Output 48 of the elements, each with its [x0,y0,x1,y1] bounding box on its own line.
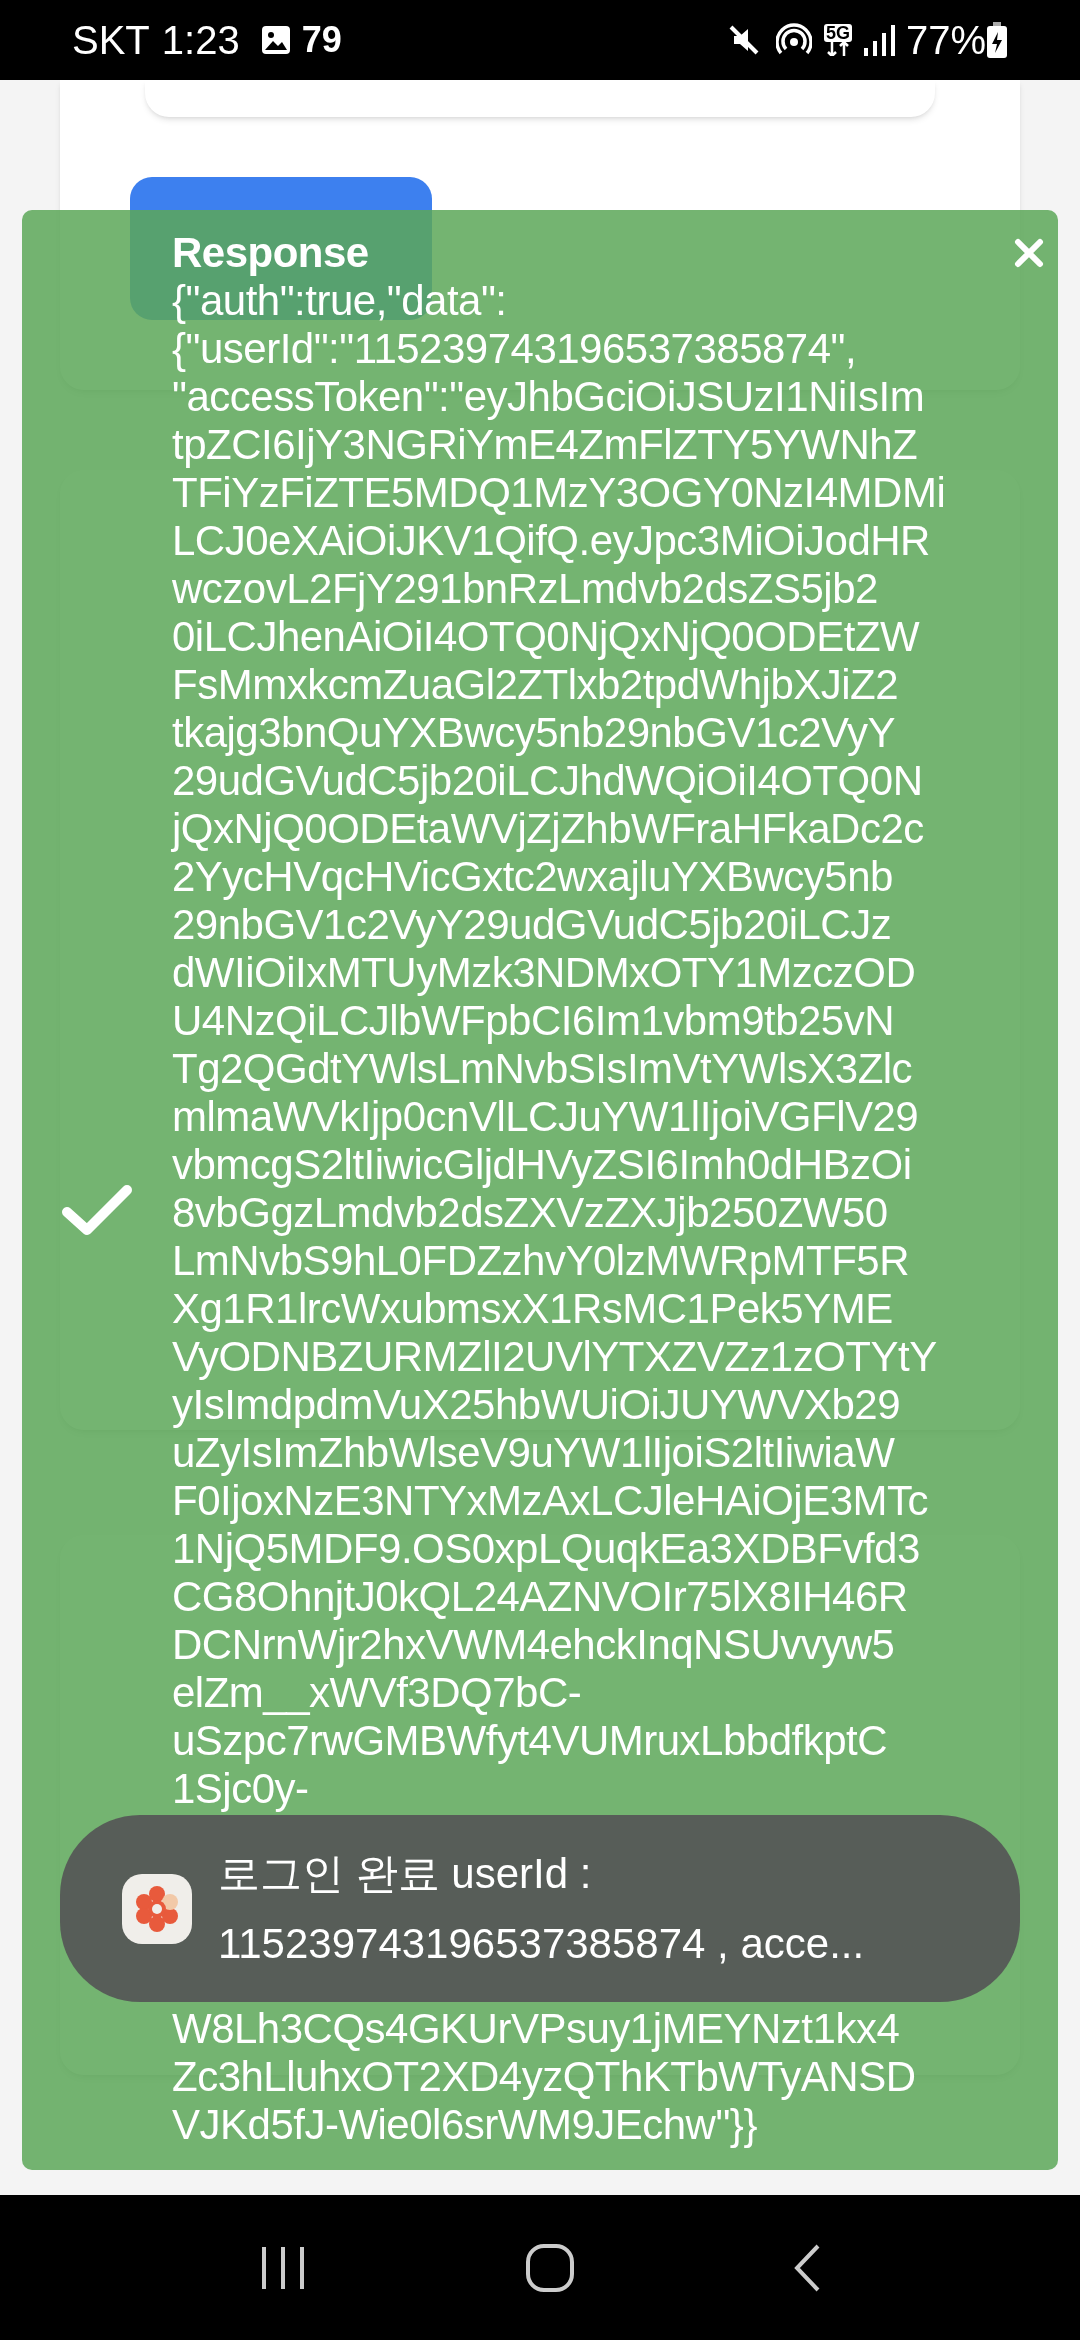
response-text-line: elZm__xWVf3DQ7bC- [172,1669,582,1717]
signal-icon [861,24,896,56]
response-text-line: tkajg3bnQuYXBwcy5nb29nbGV1c2VyY [172,709,896,757]
response-text-line: mlmaWVkIjp0cnVlLCJuYW1lIjoiVGFlV29 [172,1093,919,1141]
clock-text: 1:23 [161,17,240,64]
battery-icon [986,22,1008,58]
response-text-line: uSzpc7rwGMBWfyt4VUMruxLbbdfkptC [172,1717,888,1765]
response-text-line: 29udGVudC5jb20iLCJhdWQiOiI4OTQ0N [172,757,923,805]
flower-icon [122,1873,192,1944]
response-text-line: CG8OhnjtJ0kQL24AZNVOIr75lX8IH46R [172,1573,908,1621]
response-text-line: "accessToken":"eyJhbGciOiJSUzI1NiIsIm [172,373,925,421]
response-text-line: 2YycHVqcHVicGxtc2wxajluYXBwcy5nb [172,853,893,901]
response-text-line: Zc3hLluhxOT2XD4yzQThKTbWTyANSD [172,2053,916,2101]
response-text-line: F0IjoxNzE3NTYxMzAxLCJleHAiOjE3MTc [172,1477,928,1525]
response-text-line: uZyIsImZhbWlseV9uYW1lIjoiS2ltIiwiaW [172,1429,895,1477]
checkmark-icon [61,1182,133,1238]
response-text-line: LmNvbS9hL0FDZzhvY0lzMWRpMTF5R [172,1237,909,1285]
response-text-line: jQxNjQ0ODEtaWVjZjZhbWFraHFkaDc2c [172,805,924,853]
response-text-line: 8vbGgzLmdvb2dsZXVzZXJjb250ZW50 [172,1189,888,1237]
toast-message-line: 로그인 완료 userId : [218,1849,593,1898]
response-text-line: tpZCI6IjY3NGRiYmE4ZmFlZTY5YWNhZ [172,421,918,469]
response-text-line: FsMmxkcmZuaGl2ZTlxb2tpdWhjbXJiZ2 [172,661,899,709]
response-text-line: {"userId":"115239743196537385874", [172,325,857,373]
notification-count: 79 [301,18,342,62]
response-text-line: 0iLCJhenAiOiI4OTQ0NjQxNjQ0ODEtZW [172,613,920,661]
response-text-line: {"auth":true,"data": [172,277,507,325]
response-text-line: dWIiOiIxMTUyMzk3NDMxOTY1MzczOD [172,949,916,997]
response-text-line: VJKd5fJ-Wie0l6srWM9JEchw"}} [172,2101,757,2149]
response-text-line: TFiYzFiZTE5MDQ1MzY3OGY0NzI4MDMi [172,469,946,517]
response-text-line: 29nbGV1c2VyY29udGVudC5jb20iLCJz [172,901,892,949]
response-text-line: wczovL2FjY291bnRzLmdvb2dsZS5jb2 [172,565,878,613]
response-text-line: Tg2QGdtYWlsLmNvbSIsImVtYWlsX3Zlc [172,1045,913,1093]
response-text-line: vbmcgS2ltIiwicGljdHVyZSI6Imh0dHBzOi [172,1141,912,1189]
response-text-line: 1NjQ5MDF9.OS0xpLQuqkEa3XDBFvfd3 [172,1525,920,1573]
response-text-line: U4NzQiLCJlbWFpbCI6Im1vbm9tb25vN [172,997,895,1045]
response-text-line: 1Sjc0y- [172,1765,309,1813]
battery-text: 77% [905,17,986,64]
gallery-icon [259,24,292,56]
response-text-line: Xg1R1lrcWxubmsxX1RsMC1Pek5YME [172,1285,893,1333]
response-text-line: W8Lh3CQs4GKUrVPsuy1jMEYNzt1kx4 [172,2005,900,2053]
response-title: Response [172,229,369,277]
response-text-line: DCNrnWjr2hxVWM4ehckInqNSUvvyw5 [172,1621,895,1669]
response-text-line: yIsImdpdmVuX25hbWUiOiJUYWVXb29 [172,1381,901,1429]
response-text-line: LCJ0eXAiOiJKV1QifQ.eyJpc3MiOiJodHR [172,517,930,565]
home-icon[interactable] [525,2242,575,2293]
response-text-line: VyODNBZURMZlI2UVlYTXZVZz1zOTYtY [172,1333,937,1381]
carrier-text: SKT [72,17,150,64]
toast-message-line: 115239743196537385874 , acce... [218,1919,865,1968]
